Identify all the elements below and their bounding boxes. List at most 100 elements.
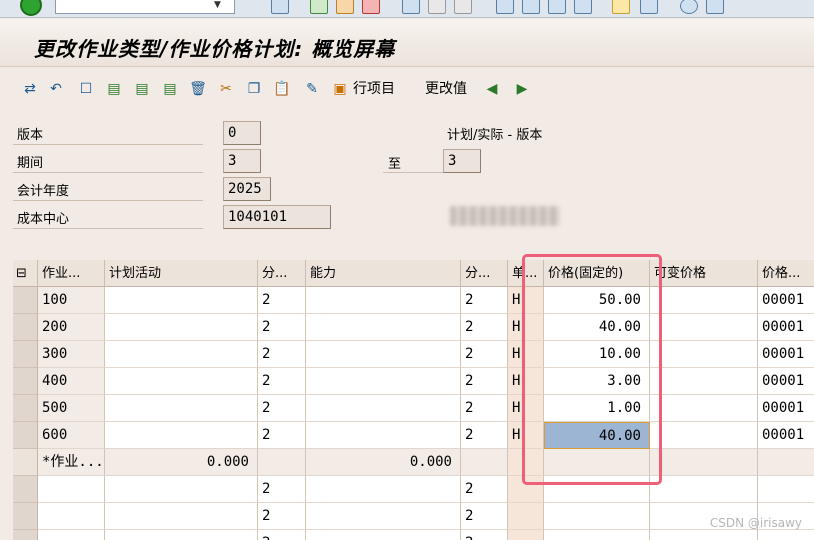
cell-distribution[interactable]: 2 [258,503,306,530]
row-selector[interactable] [13,422,38,449]
cell-planned-activity[interactable] [105,287,258,314]
copy-icon[interactable]: ❐ [244,79,264,99]
cell-distribution[interactable]: 2 [258,530,306,540]
delete-icon[interactable]: 🗑 [188,79,208,99]
paste-icon[interactable]: 📋 [272,79,292,99]
item-icon[interactable]: ▣ [330,79,350,99]
cell-distribution-2[interactable]: 2 [461,422,508,449]
cell-variable-price[interactable] [650,530,758,540]
column-header-capacity[interactable]: 能力 [306,260,461,287]
cell-fixed-price[interactable] [544,530,650,540]
cell-distribution-2[interactable]: 2 [461,530,508,540]
find-next-icon[interactable] [454,0,472,14]
cell-planned-activity[interactable] [105,530,258,540]
row-selector[interactable] [13,341,38,368]
undo-icon[interactable]: ↶ [46,79,66,99]
previous-page-icon[interactable] [522,0,540,14]
period-to-field[interactable]: 3 [443,149,481,173]
column-header-distribution-2[interactable]: 分... [461,260,508,287]
cell-distribution[interactable]: 2 [258,341,306,368]
cell-distribution[interactable]: 2 [258,476,306,503]
help-icon[interactable] [680,0,698,14]
deselect-all-icon[interactable]: ▤ [160,79,180,99]
cell-price-unit[interactable]: 00001 [758,287,814,314]
column-header-distribution[interactable]: 分... [258,260,306,287]
column-header-price-unit[interactable]: 价格... [758,260,814,287]
row-selector[interactable] [13,395,38,422]
column-header-unit[interactable]: 单... [508,260,544,287]
first-page-icon[interactable] [496,0,514,14]
next-page-icon[interactable] [548,0,566,14]
cell-fixed-price[interactable]: 40.00 [544,422,650,449]
enter-check-icon[interactable] [20,0,42,16]
cell-fixed-price[interactable]: 10.00 [544,341,650,368]
period-from-field[interactable]: 3 [223,149,261,173]
command-dropdown-icon[interactable]: ▼ [214,0,226,10]
fiscal-year-field[interactable]: 2025 [223,177,271,201]
cell-distribution[interactable]: 2 [258,395,306,422]
cell-distribution-2[interactable]: 2 [461,476,508,503]
cell-activity[interactable] [38,530,105,540]
cell-price-unit[interactable]: 00001 [758,314,814,341]
find-icon[interactable] [428,0,446,14]
cell-distribution[interactable]: 2 [258,314,306,341]
switch-layout-icon[interactable]: ⇄ [20,79,40,99]
command-field[interactable] [55,0,235,14]
layout-icon[interactable] [706,0,724,14]
cell-variable-price[interactable] [650,287,758,314]
cell-capacity[interactable] [306,476,461,503]
cell-capacity[interactable] [306,341,461,368]
select-all-icon[interactable]: ▤ [132,79,152,99]
save-icon[interactable] [271,0,289,14]
cell-price-unit[interactable]: 00001 [758,395,814,422]
cut-icon[interactable]: ✂ [216,79,236,99]
back-icon[interactable] [310,0,328,14]
shortcut-icon[interactable] [640,0,658,14]
new-session-icon[interactable] [612,0,630,14]
cell-variable-price[interactable] [650,314,758,341]
cell-planned-activity[interactable] [105,503,258,530]
select-icon[interactable]: ☐ [76,79,96,99]
cell-price-unit[interactable] [758,530,814,540]
row-selector[interactable] [13,314,38,341]
version-field[interactable]: 0 [223,121,261,145]
cell-variable-price[interactable] [650,341,758,368]
cell-distribution-2[interactable]: 2 [461,503,508,530]
previous-object-icon[interactable]: ◀ [482,79,502,99]
cell-distribution-2[interactable]: 2 [461,395,508,422]
cell-capacity[interactable] [306,503,461,530]
cancel-icon[interactable] [362,0,380,14]
cell-planned-activity[interactable] [105,314,258,341]
row-selector[interactable] [13,476,38,503]
cell-variable-price[interactable] [650,476,758,503]
cell-price-unit[interactable]: 00001 [758,422,814,449]
cell-planned-activity[interactable] [105,422,258,449]
row-selector[interactable] [13,503,38,530]
cell-distribution-2[interactable]: 2 [461,314,508,341]
cell-distribution[interactable]: 2 [258,368,306,395]
last-page-icon[interactable] [574,0,592,14]
next-object-icon[interactable]: ▶ [512,79,532,99]
row-selector[interactable] [13,368,38,395]
cell-capacity[interactable] [306,530,461,540]
cell-variable-price[interactable] [650,368,758,395]
row-selector[interactable] [13,530,38,540]
cell-price-unit[interactable]: 00001 [758,341,814,368]
cell-capacity[interactable] [306,395,461,422]
cell-planned-activity[interactable] [105,368,258,395]
cell-planned-activity[interactable] [105,395,258,422]
cell-price-unit[interactable]: 00001 [758,368,814,395]
cell-capacity[interactable] [306,314,461,341]
cell-activity[interactable] [38,503,105,530]
cell-fixed-price[interactable]: 1.00 [544,395,650,422]
edit-icon[interactable]: ✎ [302,79,322,99]
cell-fixed-price[interactable] [544,503,650,530]
cell-fixed-price[interactable]: 40.00 [544,314,650,341]
cell-variable-price[interactable] [650,395,758,422]
cell-planned-activity[interactable] [105,476,258,503]
select-block-icon[interactable]: ▤ [104,79,124,99]
column-header-variable-price[interactable]: 可变价格 [650,260,758,287]
cell-price-unit[interactable] [758,476,814,503]
cell-fixed-price[interactable] [544,476,650,503]
print-icon[interactable] [402,0,420,14]
